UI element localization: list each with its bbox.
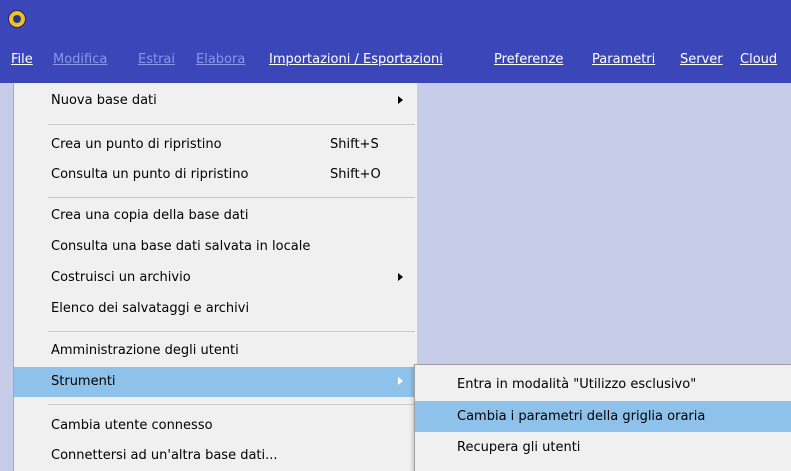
menu-elabora: Elabora xyxy=(196,52,246,67)
menu-item-label: Connettersi ad un'altra base dati... xyxy=(51,448,278,463)
menu-item-label: Strumenti xyxy=(51,374,116,389)
submenu-item-recupera-utenti[interactable]: Recupera gli utenti xyxy=(415,432,791,463)
menu-parametri[interactable]: Parametri xyxy=(592,50,655,70)
menu-item-label: Elenco dei salvataggi e archivi xyxy=(51,301,250,316)
menu-item-label: Consulta una base dati salvata in locale xyxy=(51,239,311,254)
menu-estrai: Estrai xyxy=(138,52,176,67)
file-menu-dropdown: Nuova base dati Crea un punto di riprist… xyxy=(13,83,417,471)
menu-item-label: Crea un punto di ripristino xyxy=(51,137,222,152)
submenu-arrow-icon xyxy=(398,273,403,281)
menu-item-connettersi-altra-base-dati[interactable]: Connettersi ad un'altra base dati... xyxy=(14,441,417,471)
menu-modifica: Modifica xyxy=(53,52,108,67)
menu-item-label: Entra in modalità "Utilizzo esclusivo" xyxy=(457,377,697,392)
shortcut-label: Shift+S xyxy=(330,137,379,152)
menu-item-elenco-salvataggi[interactable]: Elenco dei salvataggi e archivi xyxy=(14,294,417,324)
menu-item-label: Costruisci un archivio xyxy=(51,270,191,285)
shortcut-label: Shift+O xyxy=(330,167,381,182)
submenu-item-utilizzo-esclusivo[interactable]: Entra in modalità "Utilizzo esclusivo" xyxy=(415,369,791,400)
app-logo-icon[interactable] xyxy=(8,10,26,28)
submenu-arrow-icon xyxy=(398,377,403,385)
menu-preferenze[interactable]: Preferenze xyxy=(494,50,563,70)
menu-separator xyxy=(48,197,415,198)
menu-item-nuova-base-dati[interactable]: Nuova base dati xyxy=(14,86,417,116)
strumenti-submenu: Entra in modalità "Utilizzo esclusivo" C… xyxy=(414,364,791,471)
menu-item-label: Recupera gli utenti xyxy=(457,440,581,455)
menu-separator xyxy=(48,331,415,332)
menu-item-label: Cambia i parametri della griglia oraria xyxy=(457,409,706,424)
title-bar xyxy=(0,0,791,39)
menu-item-label: Crea una copia della base dati xyxy=(51,208,249,223)
menu-item-label: Nuova base dati xyxy=(51,93,157,108)
menu-item-consulta-base-dati-locale[interactable]: Consulta una base dati salvata in locale xyxy=(14,232,417,262)
menu-item-label: Consulta un punto di ripristino xyxy=(51,167,249,182)
submenu-arrow-icon xyxy=(398,96,403,104)
menu-item-strumenti[interactable]: Strumenti xyxy=(14,367,417,397)
menu-file[interactable]: File xyxy=(11,50,33,70)
menu-server[interactable]: Server xyxy=(680,50,723,70)
menu-item-label: Amministrazione degli utenti xyxy=(51,343,239,358)
submenu-item-parametri-griglia-oraria[interactable]: Cambia i parametri della griglia oraria xyxy=(415,401,791,432)
menu-item-amministrazione-utenti[interactable]: Amministrazione degli utenti xyxy=(14,336,417,366)
menu-item-crea-punto-ripristino[interactable]: Crea un punto di ripristino Shift+S xyxy=(14,130,417,160)
menu-separator xyxy=(48,124,415,125)
menu-item-costruisci-archivio[interactable]: Costruisci un archivio xyxy=(14,263,417,293)
menu-item-label: Cambia utente connesso xyxy=(51,418,213,433)
menu-cloud[interactable]: Cloud xyxy=(740,50,777,70)
menu-item-consulta-punto-ripristino[interactable]: Consulta un punto di ripristino Shift+O xyxy=(14,160,417,190)
menu-separator xyxy=(48,404,415,405)
menu-item-cambia-utente[interactable]: Cambia utente connesso xyxy=(14,411,417,441)
menu-bar: File Modifica Estrai Elabora Importazion… xyxy=(0,39,791,83)
menu-item-crea-copia-base-dati[interactable]: Crea una copia della base dati xyxy=(14,201,417,231)
menu-importazioni-esportazioni[interactable]: Importazioni / Esportazioni xyxy=(269,50,443,70)
